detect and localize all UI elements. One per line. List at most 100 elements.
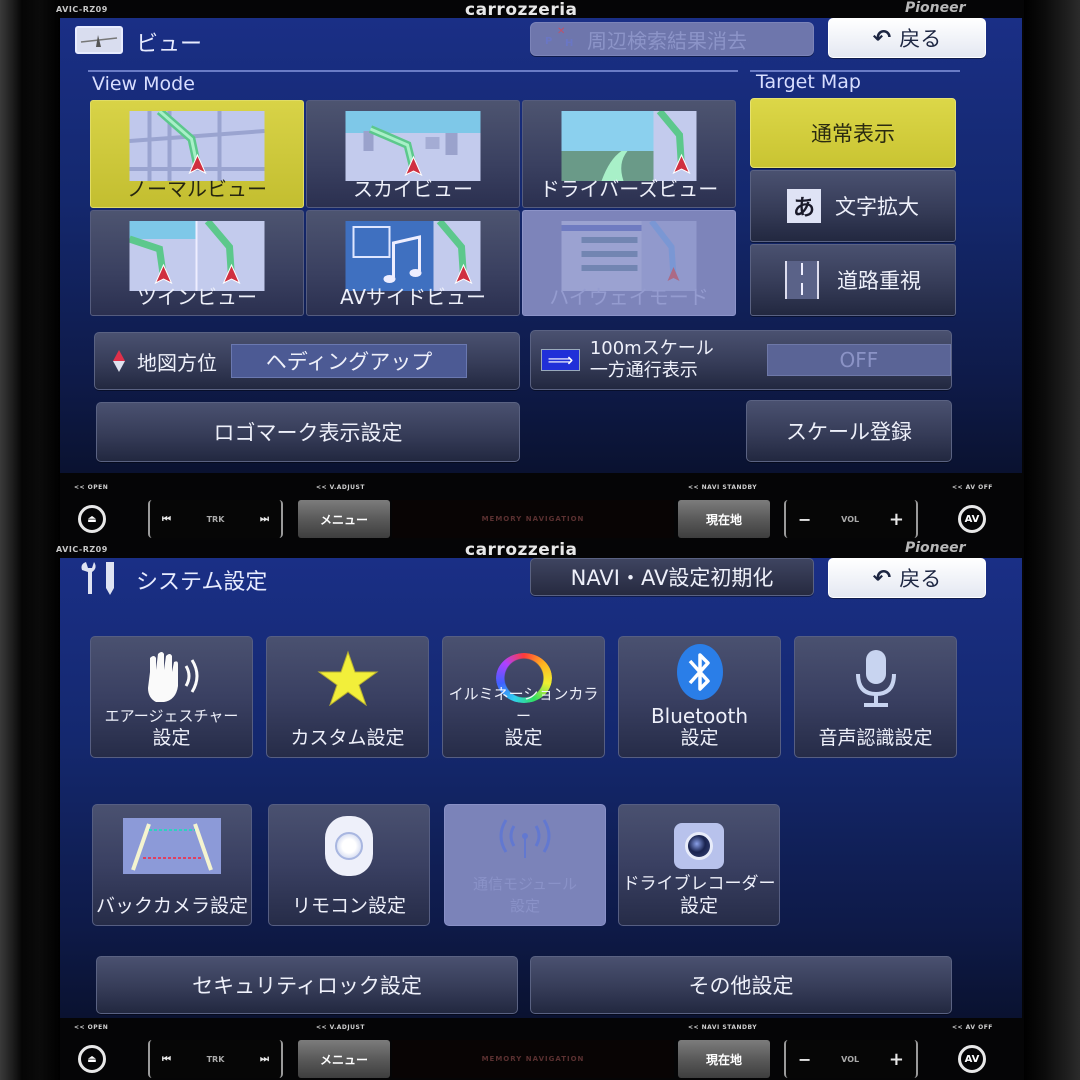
back-arrow-icon: ↶ — [872, 25, 892, 51]
road-icon — [785, 261, 819, 299]
large-text-icon: あ — [787, 189, 821, 223]
current-location-button[interactable]: 現在地 — [678, 1040, 770, 1078]
microphone-icon — [795, 647, 956, 709]
nearby-search-clear-button[interactable]: P ✕ H 周辺検索結果消去 — [530, 22, 814, 56]
view-mode-drivers[interactable]: ドライバーズビュー — [522, 100, 736, 208]
eject-icon: ⏏ — [78, 505, 106, 533]
open-hint: << OPEN — [74, 1024, 109, 1031]
antenna-signal-icon — [445, 815, 605, 877]
logo-mark-settings-button[interactable]: ロゴマーク表示設定 — [96, 402, 520, 462]
maker-logo: Pioneer — [905, 540, 966, 556]
view-screen: ビュー P ✕ H 周辺検索結果消去 ↶ 戻る View Mode Target M… — [60, 18, 1022, 473]
brand-logo: carrozzeria — [465, 0, 578, 20]
av-button[interactable]: AV — [954, 500, 990, 538]
target-map-large-text[interactable]: あ 文字拡大 — [750, 170, 956, 242]
navi-av-reset-button[interactable]: NAVI・AV設定初期化 — [530, 558, 814, 596]
security-lock-settings-button[interactable]: セキュリティロック設定 — [96, 956, 518, 1014]
menu-button[interactable]: メニュー — [298, 500, 390, 538]
maker-logo: Pioneer — [905, 0, 966, 16]
memory-navigation-label: MEMORY NAVIGATION — [392, 500, 674, 538]
eject-button[interactable]: ⏏ — [74, 1040, 110, 1078]
bezel-right — [1024, 540, 1080, 1080]
volume-up-button[interactable]: + — [889, 509, 904, 530]
bezel-left — [0, 0, 60, 540]
drive-recorder-settings[interactable]: ドライブレコーダー 設定 — [618, 804, 780, 926]
back-arrow-icon: ↶ — [872, 565, 892, 591]
av-icon: AV — [958, 505, 986, 533]
scale-register-button[interactable]: スケール登録 — [746, 400, 952, 462]
map-orientation-row[interactable]: 地図方位 ヘディングアップ — [94, 332, 520, 390]
target-map-normal[interactable]: 通常表示 — [750, 98, 956, 168]
navi-standby-hint: << NAVI STANDBY — [688, 1024, 758, 1031]
remote-control-settings[interactable]: リモコン設定 — [268, 804, 430, 926]
eject-button[interactable]: ⏏ — [74, 500, 110, 538]
view-mode-sky[interactable]: スカイビュー — [306, 100, 520, 208]
bluetooth-icon — [619, 641, 780, 703]
skip-next-button[interactable]: ⏭ — [260, 1054, 269, 1065]
remote-control-icon — [269, 815, 429, 877]
system-screen: システム設定 NAVI・AV設定初期化 ↶ 戻る エアージェスチャー 設定 カスタ… — [60, 558, 1022, 1018]
volume-down-button[interactable]: − — [798, 1050, 811, 1069]
custom-settings[interactable]: カスタム設定 — [266, 636, 429, 758]
view-mode-label: View Mode — [92, 73, 195, 95]
bluetooth-settings[interactable]: Bluetooth 設定 — [618, 636, 781, 758]
memory-navigation-label: MEMORY NAVIGATION — [392, 1040, 674, 1078]
view-mode-highway[interactable]: ハイウェイモード — [522, 210, 736, 316]
target-map-label: Target Map — [756, 71, 861, 93]
other-settings-button[interactable]: その他設定 — [530, 956, 952, 1014]
volume-control: − VOL + — [784, 500, 918, 538]
one-way-arrow-icon: ⟹ — [541, 349, 580, 371]
v-adjust-hint: << V.ADJUST — [316, 1024, 365, 1031]
menu-button[interactable]: メニュー — [298, 1040, 390, 1078]
one-way-toggle[interactable]: OFF — [766, 344, 951, 376]
one-way-display-row[interactable]: ⟹ 100mスケール 一方通行表示 OFF — [530, 330, 952, 390]
view-mode-av-side[interactable]: AVサイドビュー — [306, 210, 520, 316]
drivers-view-thumbnail — [561, 111, 697, 181]
open-hint: << OPEN — [74, 484, 109, 491]
dashcam-icon — [619, 815, 779, 877]
back-button[interactable]: ↶ 戻る — [828, 18, 986, 58]
wrench-pencil-icon — [78, 560, 122, 596]
back-camera-icon — [93, 815, 251, 877]
view-mode-twin[interactable]: ツインビュー — [90, 210, 304, 316]
back-camera-settings[interactable]: バックカメラ設定 — [92, 804, 252, 926]
skip-previous-button[interactable]: ⏮ — [162, 1054, 171, 1065]
bezel-left — [0, 540, 60, 1080]
target-map-road-priority[interactable]: 道路重視 — [750, 244, 956, 316]
hardware-control-bar: << OPEN << V.ADJUST << NAVI STANDBY << A… — [40, 480, 1025, 540]
page-title: システム設定 — [136, 570, 268, 595]
navi-unit-view: AVIC-RZ09 carrozzeria Pioneer ビュー P ✕ H 周辺… — [0, 0, 1080, 540]
sky-view-thumbnail — [345, 111, 481, 181]
map-view-icon — [75, 26, 123, 54]
track-control: ⏮ TRK ⏭ — [148, 500, 283, 538]
normal-view-thumbnail — [129, 111, 265, 181]
view-mode-normal[interactable]: ノーマルビュー — [90, 100, 304, 208]
eject-icon: ⏏ — [78, 1045, 106, 1073]
star-icon — [267, 647, 428, 709]
volume-down-button[interactable]: − — [798, 510, 811, 529]
bezel-right — [1024, 0, 1080, 540]
compass-icon — [113, 350, 125, 372]
divider — [88, 70, 738, 72]
track-control: ⏮ TRK ⏭ — [148, 1040, 283, 1078]
volume-up-button[interactable]: + — [889, 1049, 904, 1070]
current-location-button[interactable]: 現在地 — [678, 500, 770, 538]
illumination-color-settings[interactable]: イルミネーションカラー 設定 — [442, 636, 605, 758]
voice-recognition-settings[interactable]: 音声認識設定 — [794, 636, 957, 758]
av-off-hint: << AV OFF — [952, 484, 993, 491]
av-off-hint: << AV OFF — [952, 1024, 993, 1031]
skip-next-button[interactable]: ⏭ — [260, 514, 269, 525]
av-button[interactable]: AV — [954, 1040, 990, 1078]
skip-previous-button[interactable]: ⏮ — [162, 514, 171, 525]
volume-control: − VOL + — [784, 1040, 918, 1078]
page-title: ビュー — [136, 32, 203, 57]
av-icon: AV — [958, 1045, 986, 1073]
navi-unit-system: AVIC-RZ09 carrozzeria Pioneer システム設定 NAV… — [0, 540, 1080, 1080]
map-orientation-value[interactable]: ヘディングアップ — [231, 344, 467, 378]
air-gesture-settings[interactable]: エアージェスチャー 設定 — [90, 636, 253, 758]
poi-icon: P ✕ H — [545, 26, 574, 49]
model-label: AVIC-RZ09 — [56, 545, 108, 554]
communication-module-settings[interactable]: 通信モジュール 設定 — [444, 804, 606, 926]
brand-logo: carrozzeria — [465, 540, 578, 560]
back-button[interactable]: ↶ 戻る — [828, 558, 986, 598]
